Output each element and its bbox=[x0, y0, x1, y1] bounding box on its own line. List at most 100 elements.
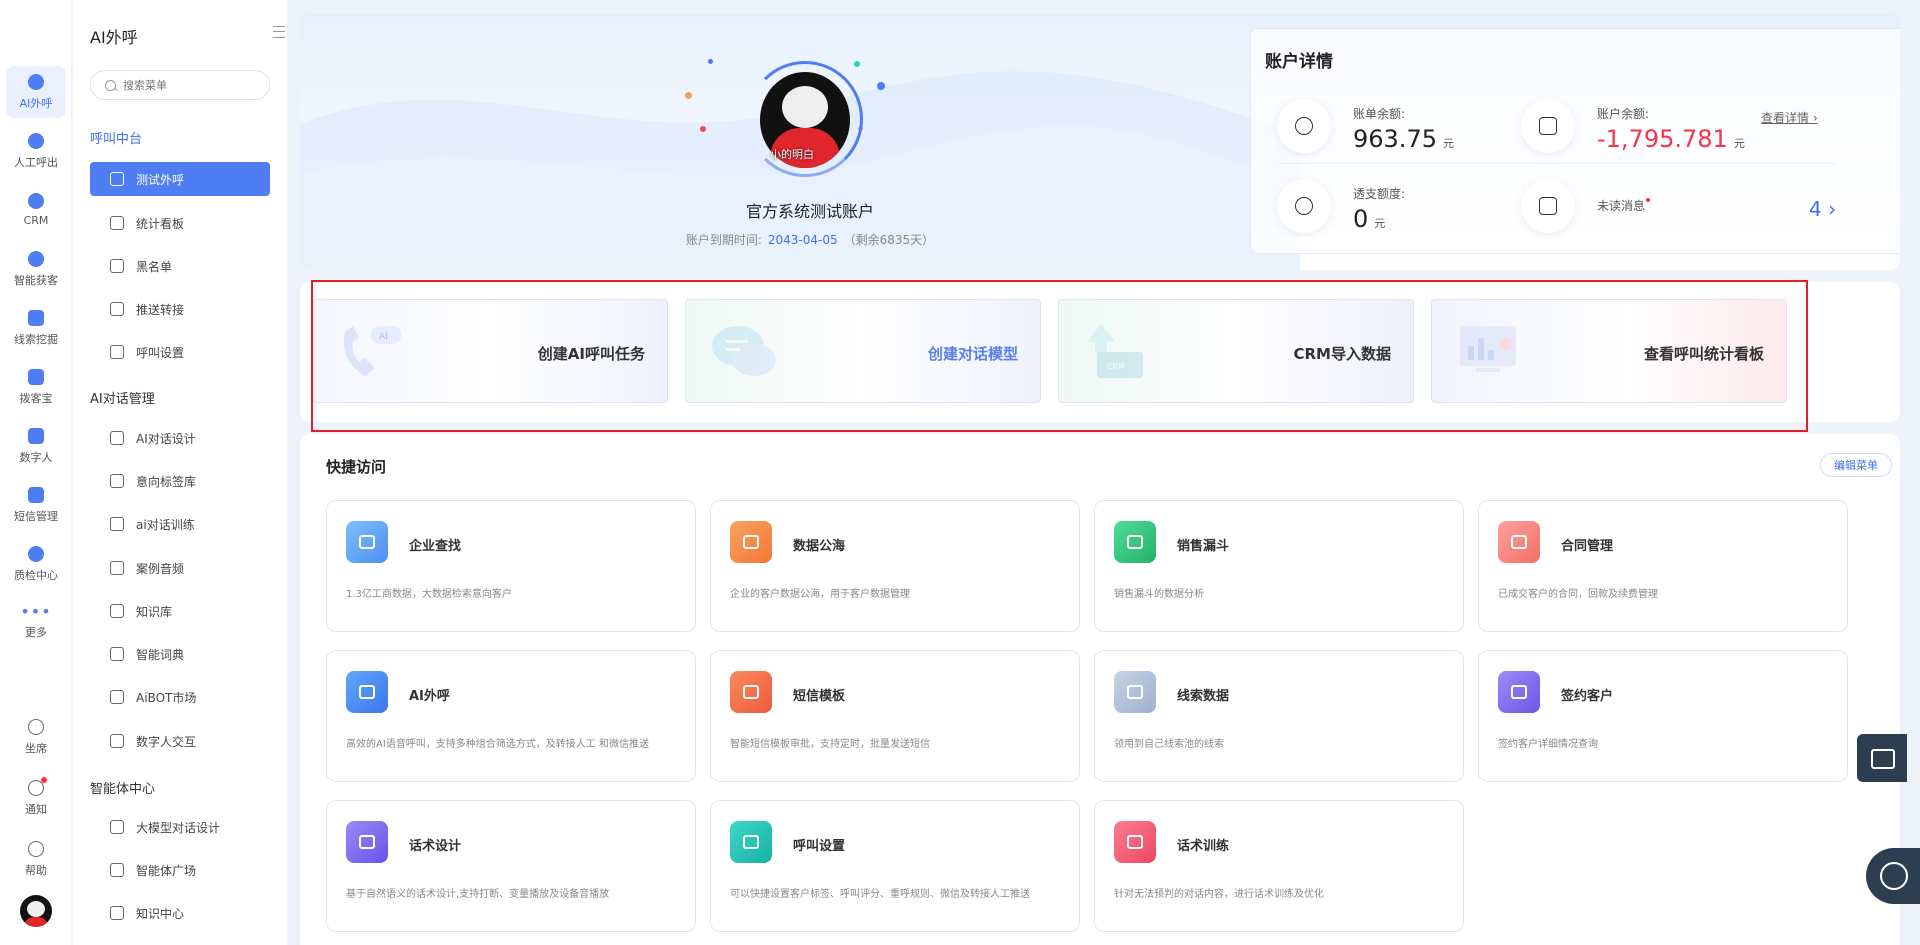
wallet-glyph bbox=[1539, 117, 1557, 135]
action-crm-import[interactable]: CRM CRM导入数据 bbox=[1058, 299, 1414, 403]
decor-dot bbox=[708, 59, 713, 64]
qa-card-company-search[interactable]: 企业查找 1.3亿工商数据，大数据检索意向客户 bbox=[326, 500, 696, 632]
rail-item-label: 通知 bbox=[25, 802, 47, 816]
qa-card-name: AI外呼 bbox=[409, 689, 450, 704]
user-avatar[interactable] bbox=[20, 895, 52, 927]
sign-glyph bbox=[1511, 685, 1527, 699]
profile-avatar[interactable]: 小的明白 bbox=[747, 61, 863, 177]
laptop-icon bbox=[110, 604, 124, 618]
sliders-icon bbox=[110, 345, 124, 359]
qa-card-desc: 基于自然语义的话术设计,支持打断、变量播放及设备音播放 bbox=[346, 889, 610, 900]
decor-dot bbox=[854, 61, 860, 67]
unread-label-text: 未读消息 bbox=[1597, 199, 1646, 213]
avatar-caption: 小的明白 bbox=[770, 148, 814, 161]
rail-item-qc[interactable]: 质检中心 bbox=[6, 538, 66, 590]
qa-card-data-pool[interactable]: 数据公海 企业的客户数据公海，用于客户数据管理 bbox=[710, 500, 1080, 632]
menu-item-stats-board[interactable]: 统计看板 bbox=[90, 206, 270, 240]
headset-outline-icon bbox=[28, 718, 44, 735]
view-details-link[interactable]: 查看详情 › bbox=[1761, 109, 1818, 126]
action-create-ai-call-task[interactable]: AI 创建AI呼叫任务 bbox=[312, 299, 668, 403]
menu-item-aibot-market[interactable]: AiBOT市场 bbox=[90, 680, 270, 714]
rail-item-help[interactable]: 帮助 bbox=[6, 833, 66, 885]
qa-card-desc: 签约客户详细情况查询 bbox=[1498, 739, 1598, 750]
rail-item-notify[interactable]: 通知 bbox=[6, 772, 66, 824]
rail-item-label: 拨客宝 bbox=[19, 391, 53, 405]
menu-item-label: 知识中心 bbox=[136, 906, 185, 921]
qa-card-desc: 针对无法预判的对话内容，进行话术训练及优化 bbox=[1114, 889, 1324, 900]
coin-bag-icon bbox=[1277, 179, 1331, 233]
menu-title: AI外呼 bbox=[90, 28, 138, 47]
qa-card-contract-management[interactable]: 合同管理 已成交客户的合同，回款及续费管理 bbox=[1478, 500, 1848, 632]
warning-icon bbox=[110, 259, 124, 273]
expire-label: 账户到期时间: bbox=[685, 233, 762, 247]
menu-item-label: 统计看板 bbox=[136, 216, 185, 231]
rail-item-manual-call[interactable]: 人工呼出 bbox=[6, 125, 66, 177]
action-label: 创建对话模型 bbox=[927, 345, 1018, 363]
robot-icon bbox=[110, 734, 124, 748]
menu-item-call-settings[interactable]: 呼叫设置 bbox=[90, 335, 270, 369]
rail-item-label: 数字人 bbox=[19, 450, 53, 464]
menu-item-test-call[interactable]: 测试外呼 bbox=[90, 162, 270, 196]
qa-card-sales-funnel[interactable]: 销售漏斗 销售漏斗的数据分析 bbox=[1094, 500, 1464, 632]
decor-dot bbox=[685, 92, 692, 99]
main-content: 小的明白 官方系统测试账户 账户到期时间: 2043-04-05 （剩余6835天）… bbox=[290, 0, 1920, 945]
menu-item-knowledge-center[interactable]: 知识中心 bbox=[90, 896, 270, 930]
qa-card-script-design[interactable]: 话术设计 基于自然语义的话术设计,支持打断、变量播放及设备音播放 bbox=[326, 800, 696, 932]
menu-item-dictionary[interactable]: 智能词典 bbox=[90, 637, 270, 671]
wallet-icon bbox=[1521, 99, 1575, 153]
rail-item-crm[interactable]: CRM bbox=[6, 184, 66, 236]
menu-item-agent-plaza[interactable]: 智能体广场 bbox=[90, 853, 270, 887]
account-name: 官方系统测试账户 bbox=[745, 202, 874, 221]
menu-item-case-audio[interactable]: 案例音频 bbox=[90, 551, 270, 585]
qa-card-signed-customers[interactable]: 签约客户 签约客户详细情况查询 bbox=[1478, 650, 1848, 782]
phone-icon bbox=[110, 172, 124, 186]
qa-card-desc: 智能短信模板审批，支持定时，批量发送短信 bbox=[730, 739, 930, 750]
menu-search-input[interactable] bbox=[123, 78, 253, 92]
divider bbox=[1277, 163, 1837, 164]
qa-card-sms-template[interactable]: 短信模板 智能短信模板审批，支持定时，批量发送短信 bbox=[710, 650, 1080, 782]
action-view-call-stats[interactable]: 查看呼叫统计看板 bbox=[1431, 299, 1787, 403]
qa-card-desc: 可以快捷设置客户标签、呼叫评分、重呼规则、微信及转接人工推送 bbox=[730, 889, 1030, 900]
rail-item-more[interactable]: ••• 更多 bbox=[6, 597, 66, 649]
rail-item-dialer[interactable]: 拨客宝 bbox=[6, 361, 66, 413]
menu-item-ai-dialog-design[interactable]: AI对话设计 bbox=[90, 421, 270, 455]
menu-group-title: 呼叫中台 bbox=[90, 132, 143, 147]
rail-item-digital-human[interactable]: 数字人 bbox=[6, 420, 66, 472]
clipboard-icon bbox=[1498, 521, 1540, 563]
edit-menu-button[interactable]: 编辑菜单 bbox=[1820, 453, 1892, 477]
menu-item-label: 知识库 bbox=[136, 604, 173, 619]
rail-item-acquire[interactable]: 智能获客 bbox=[6, 243, 66, 295]
menu-item-blacklist[interactable]: 黑名单 bbox=[90, 249, 270, 283]
qa-card-desc: 销售漏斗的数据分析 bbox=[1114, 589, 1204, 600]
rail-item-ai-call[interactable]: AI外呼 bbox=[6, 66, 66, 118]
floating-voice-chat-button[interactable] bbox=[1857, 734, 1907, 782]
qa-card-lead-data[interactable]: 线索数据 领用到自己线索池的线索 bbox=[1094, 650, 1464, 782]
menu-item-ai-training[interactable]: ai对话训练 bbox=[90, 507, 270, 541]
qa-card-call-settings[interactable]: 呼叫设置 可以快捷设置客户标签、呼叫评分、重呼规则、微信及转接人工推送 bbox=[710, 800, 1080, 932]
menu-item-digital-interaction[interactable]: 数字人交互 bbox=[90, 724, 270, 758]
inbox-icon bbox=[110, 863, 124, 877]
rail-item-label: 帮助 bbox=[25, 863, 47, 877]
floating-phone-button[interactable] bbox=[1866, 848, 1920, 904]
unread-count-link[interactable]: 4 › bbox=[1809, 197, 1836, 221]
rail-item-agent[interactable]: 坐席 bbox=[6, 711, 66, 763]
menu-item-intent-tags[interactable]: 意向标签库 bbox=[90, 464, 270, 498]
menu-item-llm-dialog[interactable]: 大模型对话设计 bbox=[90, 810, 270, 844]
rail-item-leads[interactable]: 线索挖掘 bbox=[6, 302, 66, 354]
qa-card-desc: 1.3亿工商数据，大数据检索意向客户 bbox=[346, 589, 512, 600]
submenu-panel: AI外呼 呼叫中台 测试外呼 统计看板 黑名单 推送转接 呼叫设置 AI对话管理… bbox=[73, 0, 288, 945]
data-chart-glyph bbox=[743, 535, 759, 549]
currency-unit: 元 bbox=[1374, 217, 1386, 230]
menu-search[interactable] bbox=[90, 70, 270, 100]
qa-card-ai-call[interactable]: AI外呼 高效的AI语音呼叫，支持多种组合筛选方式，及转接人工 和微信推送 bbox=[326, 650, 696, 782]
menu-item-knowledge-base[interactable]: 知识库 bbox=[90, 594, 270, 628]
collapse-menu-icon[interactable] bbox=[273, 26, 285, 38]
menu-item-label: 智能词典 bbox=[136, 647, 185, 662]
qa-card-script-training[interactable]: 话术训练 针对无法预判的对话内容，进行话术训练及优化 bbox=[1094, 800, 1464, 932]
action-create-dialog-model[interactable]: 创建对话模型 bbox=[685, 299, 1041, 403]
more-dots-icon: ••• bbox=[20, 602, 52, 621]
sliders-icon bbox=[730, 821, 772, 863]
menu-item-push-transfer[interactable]: 推送转接 bbox=[90, 292, 270, 326]
edit-icon bbox=[110, 431, 124, 445]
rail-item-sms[interactable]: 短信管理 bbox=[6, 479, 66, 531]
